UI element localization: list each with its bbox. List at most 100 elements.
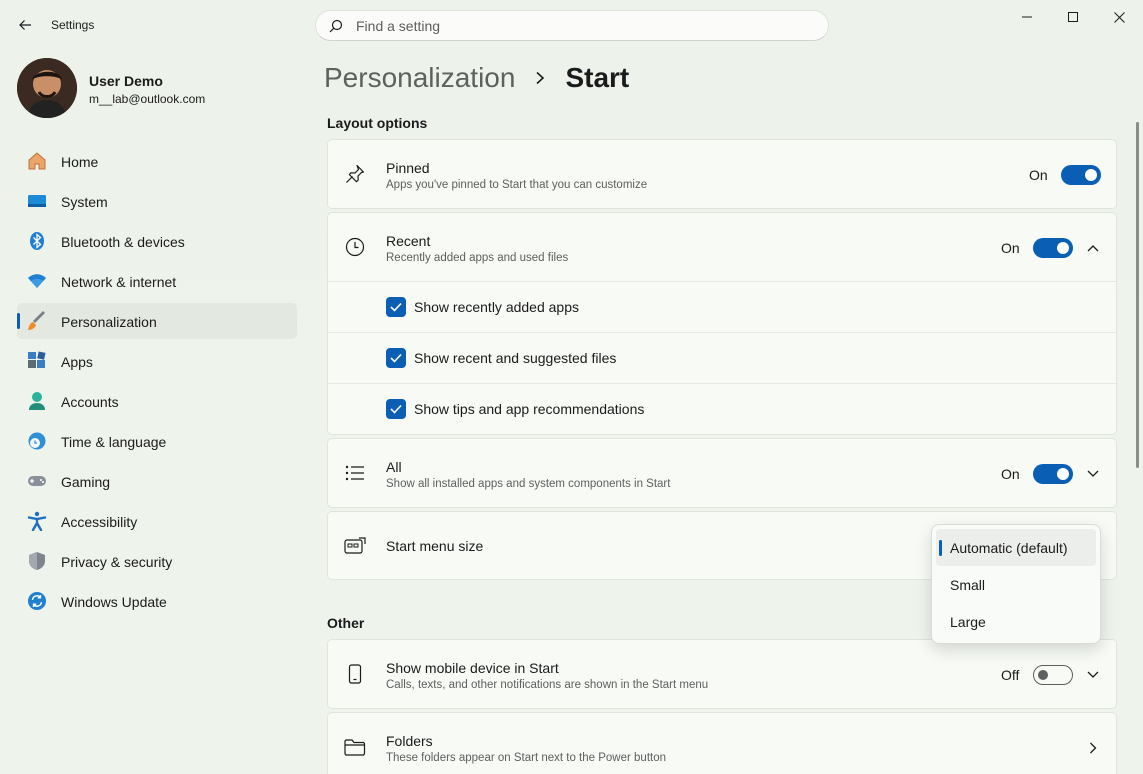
checkbox-label: Show recent and suggested files xyxy=(414,350,617,366)
menu-size-title: Start menu size xyxy=(386,538,484,554)
sidebar-item-label: System xyxy=(61,194,108,210)
recent-option-row: Show recent and suggested files xyxy=(328,332,1116,383)
mobile-subtitle: Calls, texts, and other notifications ar… xyxy=(386,679,709,691)
sidebar-item-accessibility[interactable]: Accessibility xyxy=(17,503,297,539)
tips-checkbox[interactable] xyxy=(386,399,406,419)
active-indicator xyxy=(17,313,20,329)
list-icon xyxy=(344,462,366,484)
folders-row[interactable]: Folders These folders appear on Start ne… xyxy=(328,713,1116,774)
sidebar-item-label: Accounts xyxy=(61,394,119,410)
user-email: m__lab@outlook.com xyxy=(89,92,206,106)
pinned-card: Pinned Apps you've pinned to Start that … xyxy=(327,139,1117,209)
search-input[interactable] xyxy=(356,17,776,34)
shield-icon xyxy=(27,551,47,571)
recent-apps-checkbox[interactable] xyxy=(386,297,406,317)
all-card: All Show all installed apps and system c… xyxy=(327,438,1117,508)
system-icon xyxy=(27,191,47,211)
accessibility-icon xyxy=(27,511,47,531)
sidebar-item-privacy[interactable]: Privacy & security xyxy=(17,543,297,579)
close-button[interactable] xyxy=(1096,0,1142,34)
all-state: On xyxy=(1001,466,1020,482)
checkbox-label: Show recently added apps xyxy=(414,299,579,315)
sidebar-item-accounts[interactable]: Accounts xyxy=(17,383,297,419)
brush-icon xyxy=(27,311,47,331)
avatar[interactable] xyxy=(17,58,77,118)
recent-card: Recent Recently added apps and used file… xyxy=(327,212,1117,435)
scrollbar[interactable] xyxy=(1136,122,1139,468)
back-arrow-icon xyxy=(19,20,31,30)
maximize-icon xyxy=(1068,12,1078,22)
folders-title: Folders xyxy=(386,733,433,749)
recent-files-checkbox[interactable] xyxy=(386,348,406,368)
title-bar: Settings xyxy=(0,0,1143,50)
sidebar-item-windows-update[interactable]: Windows Update xyxy=(17,583,297,619)
breadcrumb-parent[interactable]: Personalization xyxy=(324,62,515,94)
minimize-button[interactable] xyxy=(1004,0,1050,34)
recent-subtitle: Recently added apps and used files xyxy=(386,252,569,264)
folders-subtitle: These folders appear on Start next to th… xyxy=(386,752,667,764)
menu-size-icon xyxy=(344,535,366,557)
wifi-icon xyxy=(27,271,47,291)
section-title-layout: Layout options xyxy=(327,115,428,131)
chevron-up-icon[interactable] xyxy=(1085,240,1101,256)
mobile-card: Show mobile device in Start Calls, texts… xyxy=(327,639,1117,709)
chevron-right-icon[interactable] xyxy=(1085,740,1101,756)
selected-indicator xyxy=(939,540,942,556)
pinned-state: On xyxy=(1029,167,1048,183)
sidebar-item-gaming[interactable]: Gaming xyxy=(17,463,297,499)
dropdown-option-label: Automatic (default) xyxy=(950,540,1068,556)
sidebar-item-label: Personalization xyxy=(61,314,157,330)
menu-size-dropdown: Automatic (default) Small Large xyxy=(931,524,1101,644)
dropdown-option-large[interactable]: Large xyxy=(936,603,1096,640)
all-toggle[interactable] xyxy=(1033,464,1073,484)
sidebar-item-apps[interactable]: Apps xyxy=(17,343,297,379)
mobile-row[interactable]: Show mobile device in Start Calls, texts… xyxy=(328,640,1116,708)
home-icon xyxy=(27,151,47,171)
user-name: User Demo xyxy=(89,73,163,89)
phone-icon xyxy=(344,663,366,685)
recent-title: Recent xyxy=(386,233,431,249)
dropdown-option-small[interactable]: Small xyxy=(936,566,1096,603)
recent-state: On xyxy=(1001,240,1020,256)
folder-icon xyxy=(344,736,366,758)
sidebar-item-bluetooth[interactable]: Bluetooth & devices xyxy=(17,223,297,259)
mobile-state: Off xyxy=(1001,667,1020,683)
maximize-button[interactable] xyxy=(1050,0,1096,34)
pinned-toggle[interactable] xyxy=(1061,165,1101,185)
search-box[interactable] xyxy=(315,10,829,41)
sidebar-item-system[interactable]: System xyxy=(17,183,297,219)
sidebar-item-personalization[interactable]: Personalization xyxy=(17,303,297,339)
page-title: Start xyxy=(565,62,630,93)
check-icon xyxy=(390,302,402,312)
gamepad-icon xyxy=(27,471,47,491)
recent-option-row: Show tips and app recommendations xyxy=(328,383,1116,434)
chevron-right-icon xyxy=(535,71,549,85)
sidebar-item-home[interactable]: Home xyxy=(17,143,297,179)
mobile-toggle[interactable] xyxy=(1033,665,1073,685)
pinned-title: Pinned xyxy=(386,160,430,176)
check-icon xyxy=(390,353,402,363)
sidebar-item-label: Windows Update xyxy=(61,594,167,610)
recent-option-row: Show recently added apps xyxy=(328,281,1116,332)
sidebar-item-label: Home xyxy=(61,154,99,170)
bluetooth-icon xyxy=(27,231,47,251)
recent-row[interactable]: Recent Recently added apps and used file… xyxy=(328,213,1116,281)
pin-icon xyxy=(344,163,366,185)
sidebar-item-network[interactable]: Network & internet xyxy=(17,263,297,299)
globe-clock-icon xyxy=(27,431,47,451)
chevron-down-icon[interactable] xyxy=(1085,466,1101,482)
clock-icon xyxy=(344,236,366,258)
sidebar-item-time-language[interactable]: Time & language xyxy=(17,423,297,459)
chevron-down-icon[interactable] xyxy=(1085,667,1101,683)
dropdown-option-label: Small xyxy=(950,577,986,593)
settings-window: Settings User Demo m__lab@outlook.com xyxy=(0,0,1143,774)
sidebar-item-label: Bluetooth & devices xyxy=(61,234,185,250)
back-button[interactable] xyxy=(12,12,38,38)
recent-toggle[interactable] xyxy=(1033,238,1073,258)
search-icon xyxy=(328,18,344,34)
close-icon xyxy=(1113,11,1125,23)
dropdown-option-automatic[interactable]: Automatic (default) xyxy=(936,529,1096,566)
breadcrumb: Personalization Start xyxy=(324,58,629,98)
dropdown-option-label: Large xyxy=(950,614,986,630)
all-row[interactable]: All Show all installed apps and system c… xyxy=(328,439,1116,507)
